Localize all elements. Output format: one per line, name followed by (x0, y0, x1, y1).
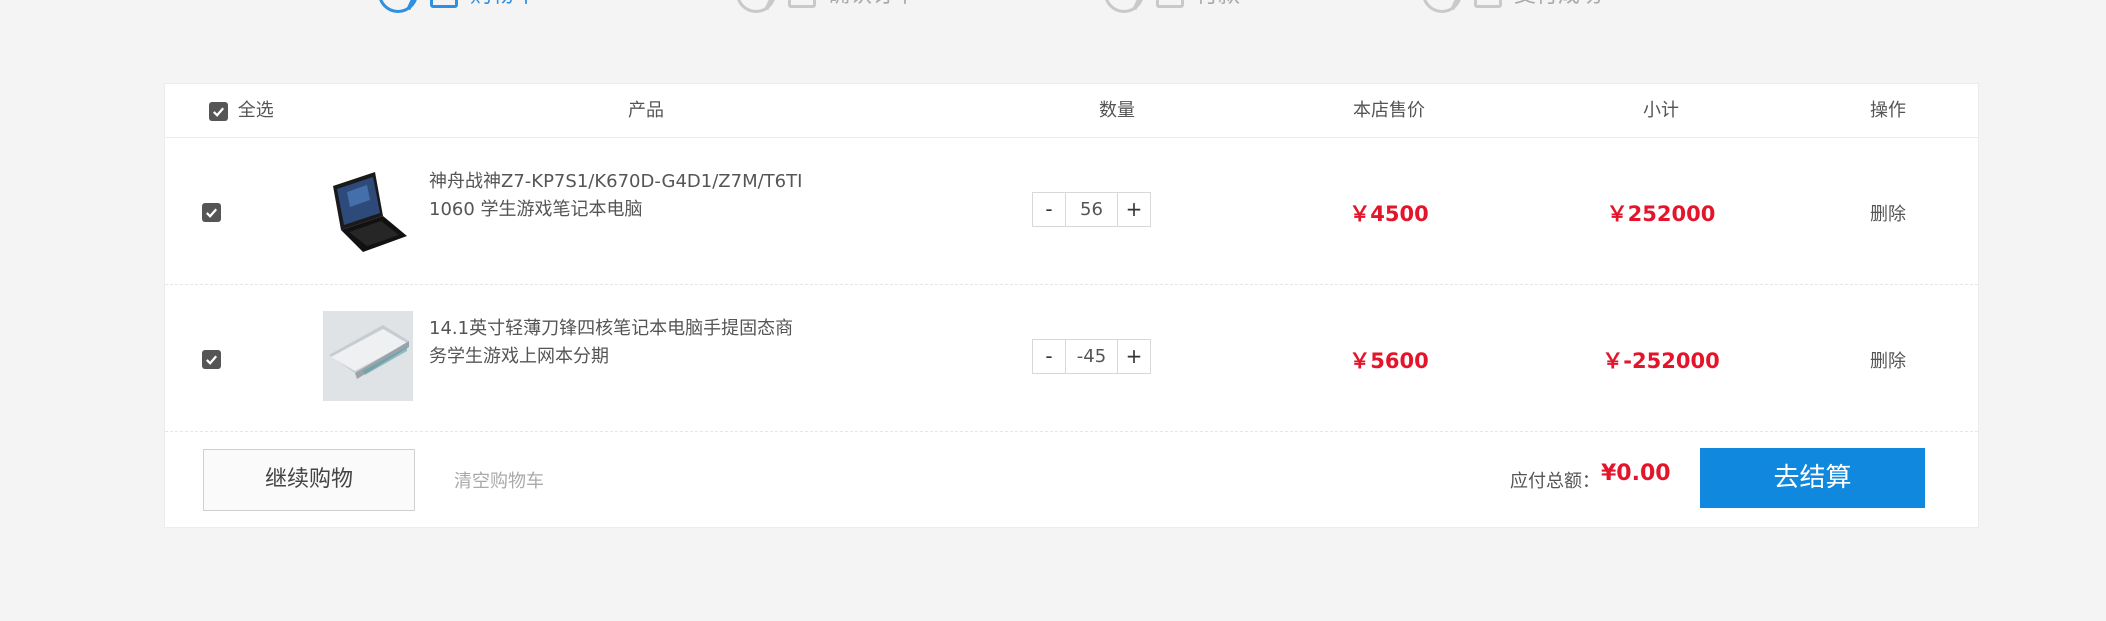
product-name[interactable]: 神舟战神Z7-KP7S1/K670D-G4D1/Z7M/T6TI 1060 学生… (429, 168, 809, 224)
step-pay: 付款 (1104, 0, 1240, 13)
checkout-steps: 购物车 确认订单 付款 支付成功 (0, 0, 2106, 13)
step-label: 付款 (1196, 0, 1240, 9)
cart-panel: 全选 产品 数量 本店售价 小计 操作 神舟战神Z7-KP7S1/K670D-G… (164, 83, 1979, 528)
quantity-stepper: - -45 + (1032, 339, 1151, 374)
step-label: 支付成功 (1514, 0, 1602, 9)
step-label: 购物车 (470, 0, 536, 9)
checkout-button[interactable]: 去结算 (1700, 448, 1925, 508)
item-checkbox[interactable] (202, 350, 221, 369)
quantity-input[interactable]: 56 (1066, 192, 1117, 227)
select-all-label: 全选 (237, 100, 274, 121)
unit-price: ￥4500 (1349, 202, 1429, 226)
quantity-stepper: - 56 + (1032, 192, 1151, 227)
item-checkbox-wrap[interactable] (202, 202, 221, 222)
increase-button[interactable]: + (1117, 192, 1151, 227)
header-actions: 操作 (1870, 100, 1906, 121)
product-thumbnail[interactable] (323, 164, 413, 254)
select-all[interactable]: 全选 (209, 84, 274, 138)
header-price: 本店售价 (1353, 100, 1425, 121)
clear-cart-link[interactable]: 清空购物车 (454, 467, 544, 493)
laptop-gaming-thumbnail (323, 164, 413, 254)
decrease-button[interactable]: - (1032, 339, 1066, 374)
cart-footer: 继续购物 清空购物车 应付总额： ¥0.00 去结算 (165, 432, 1978, 528)
product-name[interactable]: 14.1英寸轻薄刀锋四核笔记本电脑手提固态商务学生游戏上网本分期 (429, 315, 809, 371)
decrease-button[interactable]: - (1032, 192, 1066, 227)
unit-price: ￥5600 (1349, 349, 1429, 373)
item-checkbox-wrap[interactable] (202, 349, 221, 369)
step-success: 支付成功 (1422, 0, 1602, 13)
card-icon (1156, 0, 1184, 8)
document-icon (788, 0, 816, 8)
cart-icon (430, 0, 458, 8)
increase-button[interactable]: + (1117, 339, 1151, 374)
quantity-input[interactable]: -45 (1066, 339, 1117, 374)
total-amount: ¥0.00 (1601, 461, 1671, 486)
document-icon (1474, 0, 1502, 8)
total-label: 应付总额： (1510, 471, 1600, 492)
laptop-silver-thumbnail (323, 311, 413, 401)
item-checkbox[interactable] (202, 203, 221, 222)
cart-item-row: 14.1英寸轻薄刀锋四核笔记本电脑手提固态商务学生游戏上网本分期 - -45 +… (165, 285, 1978, 432)
item-subtotal: ￥-252000 (1602, 349, 1720, 373)
product-thumbnail[interactable] (323, 311, 413, 401)
cart-table-header: 全选 产品 数量 本店售价 小计 操作 (165, 84, 1978, 138)
step-cart: 购物车 (378, 0, 536, 13)
item-subtotal: ￥252000 (1606, 202, 1716, 226)
continue-shopping-button[interactable]: 继续购物 (203, 449, 415, 511)
cart-item-row: 神舟战神Z7-KP7S1/K670D-G4D1/Z7M/T6TI 1060 学生… (165, 138, 1978, 285)
select-all-checkbox[interactable] (209, 101, 228, 121)
delete-link[interactable]: 删除 (1870, 347, 1906, 373)
header-product: 产品 (628, 100, 664, 121)
delete-link[interactable]: 删除 (1870, 200, 1906, 226)
header-quantity: 数量 (1099, 100, 1135, 121)
header-subtotal: 小计 (1643, 100, 1679, 121)
step-label: 确认订单 (828, 0, 916, 9)
step-confirm: 确认订单 (736, 0, 916, 13)
